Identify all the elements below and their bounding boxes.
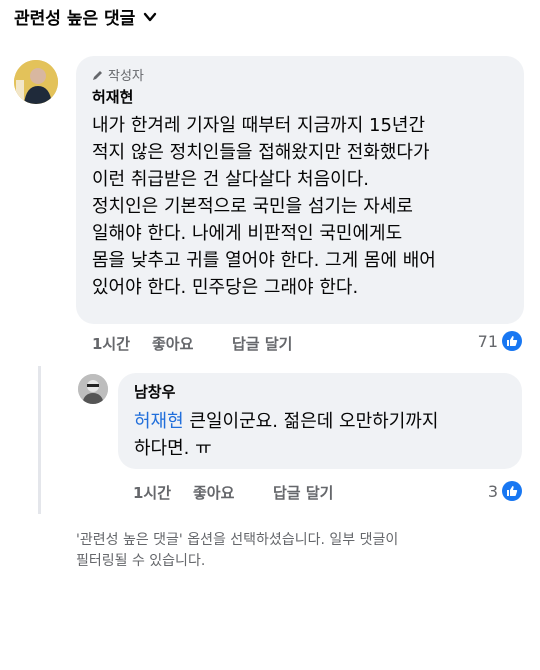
chevron-down-icon [144,12,157,21]
reply-bubble: 남창우 허재현 큰일이군요. 젊은데 오만하기까지 하다면. ㅠ [118,373,522,469]
pencil-icon [93,70,102,80]
comment-actions: 1시간 좋아요 답글 달기 [92,333,312,354]
reply-button[interactable]: 답글 달기 [232,333,312,354]
reply-actions: 1시간 좋아요 답글 달기 [133,482,353,503]
profile-photo-icon [14,60,58,104]
reaction-count[interactable]: 71 [478,331,522,351]
avatar[interactable] [14,60,58,104]
comment-timestamp[interactable]: 1시간 [92,333,152,354]
reply-avatar[interactable] [78,374,108,404]
comment-bubble: 작성자 허재현 내가 한겨레 기자일 때부터 지금까지 15년간 적지 않은 정… [76,56,524,324]
like-button[interactable]: 좋아요 [152,333,232,354]
sort-label: 관련성 높은 댓글 [14,9,136,29]
reply-text: 허재현 큰일이군요. 젊은데 오만하기까지 하다면. ㅠ [134,411,439,459]
reply-like-button[interactable]: 좋아요 [193,482,273,503]
profile-photo-icon [78,374,108,404]
comment-sort-dropdown[interactable]: 관련성 높은 댓글 [14,4,157,29]
author-badge: 작성자 [92,65,144,84]
mention-link[interactable]: 허재현 [134,411,184,432]
reply-reply-button[interactable]: 답글 달기 [273,482,353,503]
thumbs-up-icon [502,331,522,351]
comment-text: 내가 한겨레 기자일 때부터 지금까지 15년간 적지 않은 정치인들을 접해왔… [92,115,436,298]
reply-thread-line [38,366,41,514]
comment-author-name[interactable]: 허재현 [92,86,133,107]
reply-reaction-count[interactable]: 3 [488,481,522,501]
reply-timestamp[interactable]: 1시간 [133,482,193,503]
filter-notice: '관련성 높은 댓글' 옵션을 선택하셨습니다. 일부 댓글이 필터링될 수 있… [76,532,399,569]
thumbs-up-icon [502,481,522,501]
reply-author-name[interactable]: 남창우 [134,381,175,402]
